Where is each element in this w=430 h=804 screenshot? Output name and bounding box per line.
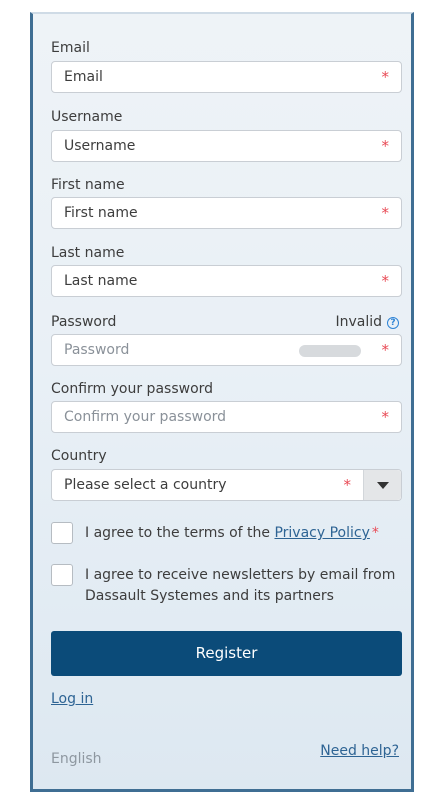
confirm-password-label: Confirm your password: [51, 381, 214, 397]
required-mark: *: [381, 137, 390, 155]
password-strength-meter: [299, 345, 361, 357]
required-mark: *: [381, 341, 390, 359]
required-mark: *: [381, 204, 390, 222]
required-mark: *: [343, 476, 352, 494]
required-mark: *: [371, 525, 379, 541]
username-placeholder: Username: [64, 138, 136, 154]
register-button[interactable]: Register: [51, 631, 402, 676]
required-mark: *: [381, 408, 390, 426]
password-field[interactable]: Password *: [51, 334, 402, 366]
confirm-password-placeholder: Confirm your password: [64, 409, 227, 425]
email-field[interactable]: Email *: [51, 61, 402, 93]
required-mark: *: [381, 68, 390, 86]
newsletter-label: I agree to receive newsletters by email …: [85, 567, 396, 604]
privacy-policy-label: I agree to the terms of the Privacy Poli…: [85, 523, 405, 544]
dropdown-button[interactable]: [363, 470, 401, 500]
username-field[interactable]: Username *: [51, 130, 402, 162]
login-link[interactable]: Log in: [51, 691, 93, 707]
username-label: Username: [51, 109, 123, 125]
privacy-policy-link[interactable]: Privacy Policy: [274, 525, 369, 541]
password-status-text: Invalid: [335, 314, 382, 330]
privacy-policy-text: I agree to the terms of the: [85, 525, 275, 541]
chevron-down-icon: [377, 482, 389, 489]
need-help-link[interactable]: Need help?: [320, 743, 399, 759]
first-name-label: First name: [51, 177, 125, 193]
required-mark: *: [381, 272, 390, 290]
language-selector[interactable]: English: [51, 751, 102, 767]
first-name-field[interactable]: First name *: [51, 197, 402, 229]
newsletter-checkbox[interactable]: [51, 564, 73, 586]
password-label: Password: [51, 314, 117, 330]
country-select[interactable]: Please select a country *: [51, 469, 402, 501]
privacy-policy-checkbox[interactable]: [51, 522, 73, 544]
first-name-placeholder: First name: [64, 205, 138, 221]
confirm-password-field[interactable]: Confirm your password *: [51, 401, 402, 433]
last-name-field[interactable]: Last name *: [51, 265, 402, 297]
registration-panel: Email Email * Username Username * First …: [30, 12, 414, 792]
password-status: Invalid?: [335, 314, 399, 330]
last-name-placeholder: Last name: [64, 273, 138, 289]
password-placeholder: Password: [64, 342, 130, 358]
email-label: Email: [51, 40, 90, 56]
country-selected-value: Please select a country: [64, 477, 227, 493]
email-placeholder: Email: [64, 69, 103, 85]
last-name-label: Last name: [51, 245, 125, 261]
info-icon[interactable]: ?: [387, 317, 399, 329]
country-label: Country: [51, 448, 107, 464]
